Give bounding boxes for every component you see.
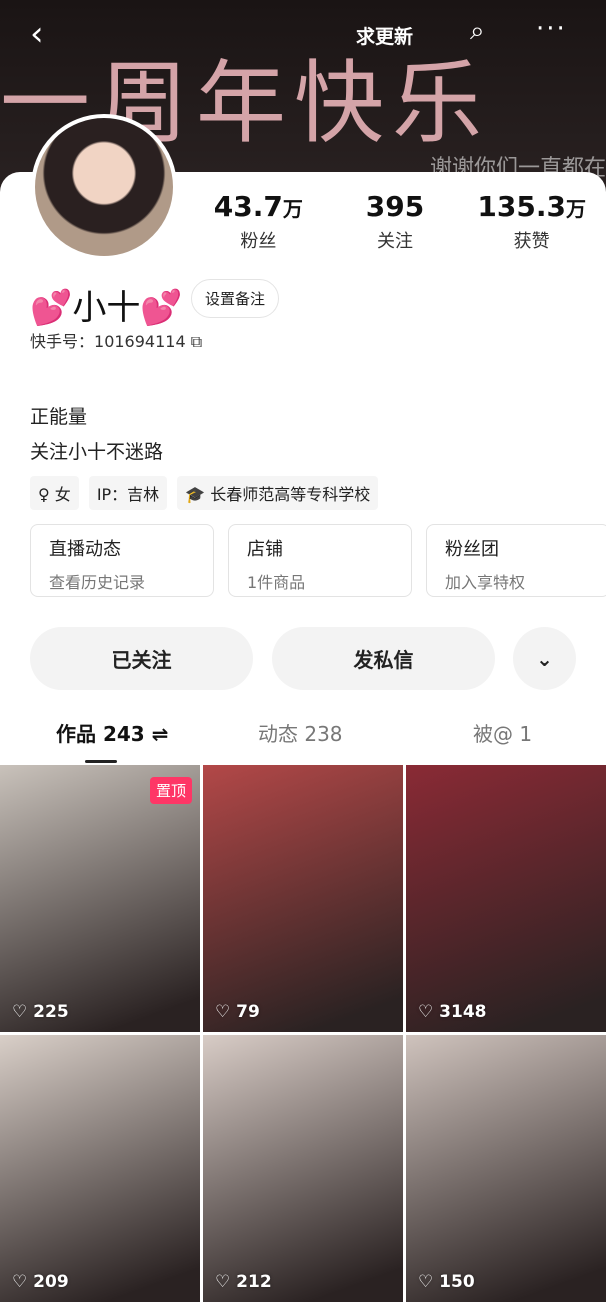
heart-icon: ♡ bbox=[418, 1002, 434, 1022]
followed-button[interactable]: 已关注 bbox=[30, 627, 253, 690]
chevron-down-icon[interactable]: ⌄ bbox=[513, 627, 576, 690]
post-thumbnail[interactable]: ♡ 150 bbox=[406, 1035, 606, 1302]
tab-works[interactable]: 作品 243 ⇌ bbox=[56, 718, 168, 747]
stat-value: 395 bbox=[365, 190, 425, 223]
box-title: 店铺 bbox=[247, 539, 283, 560]
box-subtitle: 加入享特权 bbox=[445, 573, 526, 592]
heart-icon: ♡ bbox=[418, 1272, 434, 1292]
bio-line: 正能量 bbox=[30, 406, 88, 428]
search-icon[interactable]: ⌕ bbox=[470, 16, 485, 47]
stat-label: 粉丝 bbox=[240, 231, 277, 252]
copy-icon[interactable]: ⧉ bbox=[191, 332, 202, 351]
heart-icon: ♡ bbox=[12, 1002, 28, 1022]
bio-line: 关注小十不迷路 bbox=[30, 441, 164, 463]
box-subtitle: 1件商品 bbox=[247, 573, 306, 592]
stat-unit: 万 bbox=[565, 197, 586, 221]
heart-icon: ♡ bbox=[12, 1272, 28, 1292]
school-tag[interactable]: 🎓 长春师范高等专科学校 bbox=[177, 476, 379, 510]
set-remark-button[interactable]: 设置备注 bbox=[191, 279, 280, 318]
stat-likes[interactable]: 135.3万 获赞 bbox=[463, 190, 600, 253]
post-thumbnail[interactable]: ♡ 212 bbox=[203, 1035, 403, 1302]
stat-label: 关注 bbox=[377, 231, 413, 252]
like-count: ♡ 212 bbox=[215, 1272, 272, 1292]
active-tab-indicator bbox=[85, 760, 117, 763]
message-button[interactable]: 发私信 bbox=[272, 627, 495, 690]
like-count-value: 79 bbox=[236, 1002, 260, 1022]
back-icon[interactable]: ‹ bbox=[30, 14, 44, 54]
like-count-value: 212 bbox=[236, 1272, 272, 1292]
stat-unit: 万 bbox=[282, 197, 303, 221]
like-count: ♡ 3148 bbox=[418, 1002, 487, 1022]
shop-box[interactable]: 店铺 1件商品 bbox=[228, 524, 412, 597]
post-thumbnail[interactable]: ♡ 209 bbox=[0, 1035, 200, 1302]
post-thumbnail[interactable]: ♡ 3148 bbox=[406, 765, 606, 1032]
name-text: 小十 bbox=[72, 288, 141, 328]
tab-mentions[interactable]: 被@ 1 bbox=[473, 718, 532, 747]
profile-name: 💕小十💕 bbox=[30, 280, 183, 329]
avatar[interactable] bbox=[31, 114, 177, 260]
stat-value: 43.7 bbox=[213, 190, 283, 223]
like-count-value: 209 bbox=[33, 1272, 69, 1292]
heart-emoji-icon: 💕 bbox=[30, 288, 73, 328]
top-bar: ‹ 求更新 ⌕ ··· bbox=[0, 14, 606, 58]
profile-tags: ♀ 女 IP：吉林 🎓 长春师范高等专科学校 bbox=[30, 476, 379, 510]
id-value: 101694114 bbox=[94, 332, 186, 351]
request-update-button[interactable]: 求更新 bbox=[356, 22, 413, 49]
heart-emoji-icon: 💕 bbox=[140, 288, 183, 328]
stat-fans[interactable]: 43.7万 粉丝 bbox=[190, 190, 327, 253]
like-count-value: 150 bbox=[439, 1272, 475, 1292]
heart-icon: ♡ bbox=[215, 1272, 231, 1292]
like-count-value: 3148 bbox=[439, 1002, 487, 1022]
stat-label: 获赞 bbox=[513, 231, 550, 252]
ip-tag: IP：吉林 bbox=[88, 476, 168, 510]
like-count: ♡ 79 bbox=[215, 1002, 260, 1022]
tab-moments[interactable]: 动态 238 bbox=[258, 718, 343, 747]
like-count: ♡ 150 bbox=[418, 1272, 475, 1292]
like-count: ♡ 209 bbox=[12, 1272, 69, 1292]
gender-tag: ♀ 女 bbox=[30, 476, 79, 510]
stats: 43.7万 粉丝 395 关注 135.3万 获赞 bbox=[190, 190, 600, 253]
box-title: 直播动态 bbox=[49, 539, 121, 560]
content-tabs: 作品 243 ⇌ 动态 238 被@ 1 bbox=[0, 718, 606, 763]
like-count: ♡ 225 bbox=[12, 1002, 69, 1022]
stat-value: 135.3 bbox=[477, 190, 566, 223]
more-icon[interactable]: ··· bbox=[536, 14, 567, 44]
id-label: 快手号： bbox=[30, 332, 95, 351]
like-count-value: 225 bbox=[33, 1002, 69, 1022]
box-subtitle: 查看历史记录 bbox=[49, 573, 146, 592]
fan-club-box[interactable]: 粉丝团 加入享特权 bbox=[426, 524, 606, 597]
post-thumbnail[interactable]: ♡ 79 bbox=[203, 765, 403, 1032]
posts-grid: 置顶 ♡ 225 ♡ 79 ♡ 3148 ♡ 209 ♡ 212 ♡ 150 bbox=[0, 765, 606, 1302]
box-title: 粉丝团 bbox=[445, 539, 499, 560]
live-history-box[interactable]: 直播动态查看历史记录 bbox=[30, 524, 214, 597]
heart-icon: ♡ bbox=[215, 1002, 231, 1022]
pinned-badge: 置顶 bbox=[149, 777, 192, 804]
kuaishou-id: 快手号：101694114 ⧉ bbox=[30, 328, 202, 352]
post-thumbnail[interactable]: 置顶 ♡ 225 bbox=[0, 765, 200, 1032]
stat-following[interactable]: 395 关注 bbox=[327, 190, 464, 253]
feature-boxes: 直播动态查看历史记录 店铺 1件商品 粉丝团加入享特权 bbox=[30, 524, 606, 597]
